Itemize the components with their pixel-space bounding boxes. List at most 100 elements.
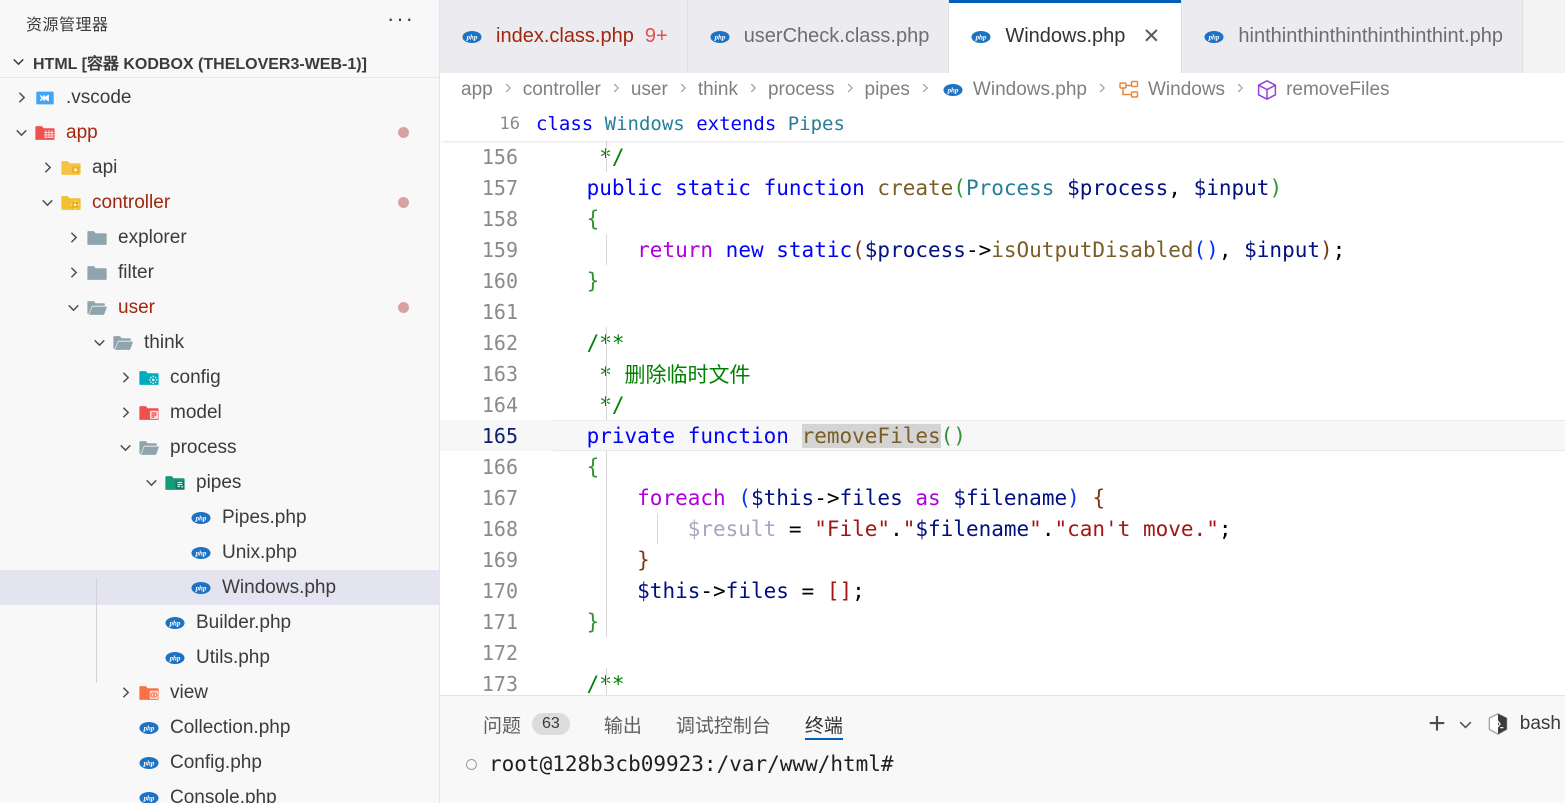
code-line-text: } [586, 609, 600, 634]
code-line-158[interactable]: 158 { [440, 203, 1565, 234]
code-line-163[interactable]: 163 * 删除临时文件 [440, 358, 1565, 389]
code-line-160[interactable]: 160 } [440, 265, 1565, 296]
panel-tab-output[interactable]: 输出 [587, 696, 659, 752]
tree-item-controller[interactable]: controller [0, 185, 439, 220]
code-line-text: } [637, 547, 650, 572]
svg-text:php: php [143, 794, 155, 802]
tree-item-builder-php[interactable]: php Builder.php [0, 605, 439, 640]
code-line-167[interactable]: 167 foreach ($this->files as $filename) … [440, 482, 1565, 513]
breadcrumb-item-pipes[interactable]: pipes [865, 79, 910, 101]
code-line-164[interactable]: 164 */ [440, 389, 1565, 420]
chevron-down-icon[interactable] [10, 124, 32, 141]
tree-item-unix-php[interactable]: php Unix.php [0, 535, 439, 570]
breadcrumb-item-controller[interactable]: controller [523, 79, 601, 101]
problem-count-badge: 63 [532, 713, 570, 735]
tree-item-pipes[interactable]: pipes [0, 465, 439, 500]
code-indent-guide [605, 668, 607, 695]
gray-folder-icon [84, 262, 110, 284]
code-line-169[interactable]: 169 } [440, 544, 1565, 575]
code-line-168[interactable]: 168 $result = "File"."$filename"."can't … [440, 513, 1565, 544]
chevron-right-icon[interactable] [114, 369, 136, 386]
breadcrumb-item-windows[interactable]: Windows [1117, 78, 1225, 102]
breadcrumb-item-process[interactable]: process [768, 79, 835, 101]
chevron-right-icon[interactable] [114, 684, 136, 701]
tree-item-label: think [144, 331, 185, 353]
tree-item-api[interactable]: api [0, 150, 439, 185]
tree-item-config[interactable]: config [0, 360, 439, 395]
chevron-right-icon[interactable] [62, 229, 84, 246]
code-line-166[interactable]: 166 { [440, 451, 1565, 482]
tree-item-config-php[interactable]: php Config.php [0, 745, 439, 780]
orange-folder-icon [136, 682, 162, 704]
tree-item-model[interactable]: model [0, 395, 439, 430]
editor-tab-bar[interactable]: php index.class.php 9+ php userCheck.class.p… [440, 0, 1565, 73]
tree-item--vscode[interactable]: .vscode [0, 80, 439, 115]
php-file-icon: php [136, 752, 162, 774]
tree-item-process[interactable]: process [0, 430, 439, 465]
tree-item-app[interactable]: app [0, 115, 439, 150]
code-line-161[interactable]: 161 [440, 296, 1565, 327]
panel-tab-problems[interactable]: 问题 63 [466, 696, 587, 752]
tree-item-collection-php[interactable]: php Collection.php [0, 710, 439, 745]
tree-item-user[interactable]: user [0, 290, 439, 325]
file-tree[interactable]: .vscode app api controller explorer filter use… [0, 78, 439, 803]
breadcrumb[interactable]: app controller user think process pipes php Win… [440, 73, 1565, 107]
tree-item-explorer[interactable]: explorer [0, 220, 439, 255]
chevron-down-icon[interactable] [1456, 715, 1475, 734]
code-line-159[interactable]: 159 return new static($process->isOutput… [440, 234, 1565, 265]
panel-tab-debug-console[interactable]: 调试控制台 [659, 696, 788, 752]
editor-tab-usercheck-class-php[interactable]: php userCheck.class.php [687, 0, 950, 73]
chevron-down-icon[interactable] [36, 194, 58, 211]
panel-tab-terminal[interactable]: 终端 [788, 696, 860, 752]
tree-item-think[interactable]: think [0, 325, 439, 360]
breadcrumb-item-think[interactable]: think [698, 79, 738, 101]
tree-item-utils-php[interactable]: php Utils.php [0, 640, 439, 675]
chevron-right-icon[interactable] [10, 89, 32, 106]
tree-item-pipes-php[interactable]: php Pipes.php [0, 500, 439, 535]
php-file-icon: php [1201, 26, 1227, 48]
vscode-folder-icon [32, 87, 58, 109]
code-editor[interactable]: 16 class Windows extends Pipes 156 */157… [440, 107, 1565, 695]
chevron-down-icon[interactable] [140, 474, 162, 491]
code-line-173[interactable]: 173 /** [440, 668, 1565, 696]
breadcrumb-item-user[interactable]: user [631, 79, 668, 101]
tree-item-view[interactable]: view [0, 675, 439, 710]
chevron-right-icon[interactable] [114, 404, 136, 421]
chevron-down-icon[interactable] [62, 299, 84, 316]
chevron-right-icon[interactable] [36, 159, 58, 176]
workspace-root-row[interactable]: HTML [容器 KODBOX (THELOVER3-WEB-1)] [0, 46, 439, 78]
panel-tab-label: 输出 [603, 715, 642, 737]
chevron-down-icon[interactable] [114, 439, 136, 456]
chevron-right-icon [609, 79, 623, 102]
chevron-down-icon[interactable] [88, 334, 110, 351]
php-file-icon: php [968, 26, 994, 48]
code-line-171[interactable]: 171 } [440, 606, 1565, 637]
breadcrumb-item-app[interactable]: app [461, 79, 493, 101]
code-lines[interactable]: 156 */157 public static function create(… [440, 141, 1565, 695]
editor-tab-index-class-php[interactable]: php index.class.php 9+ [440, 0, 688, 73]
more-actions-icon[interactable]: ··· [377, 8, 425, 38]
panel-tab-bar[interactable]: 问题 63 输出 调试控制台 终端 + bash [440, 696, 1565, 752]
code-line-162[interactable]: 162 /** [440, 327, 1565, 358]
tree-item-console-php[interactable]: php Console.php [0, 780, 439, 803]
code-line-156[interactable]: 156 */ [440, 141, 1565, 172]
breadcrumb-item-removefiles[interactable]: removeFiles [1255, 78, 1390, 102]
code-line-165[interactable]: 165 private function removeFiles() [440, 420, 1565, 451]
code-line-170[interactable]: 170 $this->files = []; [440, 575, 1565, 606]
line-number: 161 [481, 299, 518, 324]
breadcrumb-item-windows-php[interactable]: php Windows.php [940, 79, 1087, 101]
sticky-scroll-header[interactable]: 16 class Windows extends Pipes [440, 107, 1565, 141]
terminal-body[interactable]: root@128b3cb09923:/var/www/html# [440, 752, 1565, 803]
close-icon[interactable]: ✕ [1140, 26, 1162, 47]
tree-item-windows-php[interactable]: php Windows.php [0, 570, 439, 605]
editor-tab-hinthinthinthinthinthinthint-php[interactable]: php hinthinthinthinthinthinthint.php [1182, 0, 1524, 73]
code-line-172[interactable]: 172 [440, 637, 1565, 668]
terminal-instance-bash[interactable]: bash [1485, 711, 1561, 737]
new-terminal-icon[interactable]: + [1428, 709, 1446, 739]
editor-tab-windows-php[interactable]: php Windows.php ✕ [949, 0, 1183, 73]
tree-item-filter[interactable]: filter [0, 255, 439, 290]
chevron-right-icon[interactable] [62, 264, 84, 281]
code-line-text: $this->files = []; [637, 578, 865, 603]
code-line-157[interactable]: 157 public static function create(Proces… [440, 172, 1565, 203]
svg-text:php: php [466, 33, 478, 41]
